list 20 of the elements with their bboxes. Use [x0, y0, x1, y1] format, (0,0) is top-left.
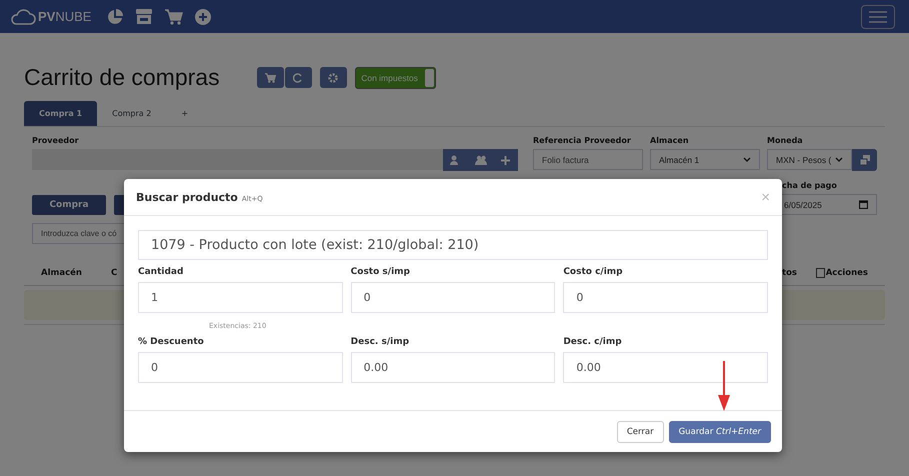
select-value: Almacén 1	[659, 154, 700, 164]
field-label: Moneda	[767, 136, 804, 145]
date-value: 6/05/2025	[784, 200, 822, 210]
field-label: Proveedor	[32, 136, 80, 145]
field-label: Cantidad	[138, 267, 184, 277]
select-value: MXN - Pesos (	[776, 154, 832, 164]
field-label: Costo s/imp	[350, 267, 411, 277]
field-label: % Descuento	[138, 337, 205, 347]
field-label: Costo c/imp	[563, 267, 624, 277]
field-label: Referencia Proveedor	[533, 136, 632, 145]
column-header: tos	[782, 268, 798, 278]
field-label: Almacen	[650, 136, 690, 145]
column-header: Almacén	[41, 268, 83, 278]
modal-title: Buscar producto	[136, 190, 238, 204]
column-header: Acciones	[826, 268, 868, 278]
field-label: Desc. s/imp	[350, 337, 410, 347]
column-header: C	[111, 268, 118, 278]
field-label: cha de pago	[781, 181, 838, 190]
field-label: Desc. c/imp	[563, 337, 623, 347]
page-title: Carrito de compras	[24, 64, 220, 91]
